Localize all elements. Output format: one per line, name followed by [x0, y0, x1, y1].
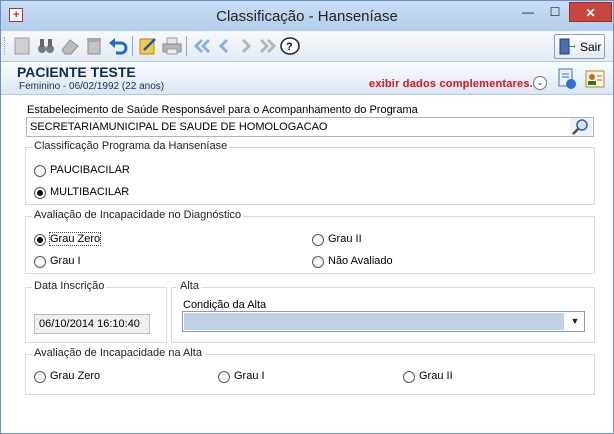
trash-icon[interactable] [83, 35, 105, 57]
search-icon[interactable] [570, 118, 592, 136]
radio-circle [34, 165, 46, 177]
radio-circle [403, 371, 415, 383]
radio-circle [312, 234, 324, 246]
radio-label: Grau Zero [50, 370, 101, 382]
exit-button-label: Sair [580, 40, 602, 54]
radio-label: Grau I [234, 370, 265, 382]
discharge-disability-group: Avaliação de Incapacidade na Alta Grau Z… [25, 347, 595, 395]
registration-date-value: 06/10/2014 16:10:40 [39, 318, 140, 330]
diagnosis-disability-title: Avaliação de Incapacidade no Diagnóstico [32, 209, 244, 221]
new-document-icon[interactable] [11, 35, 33, 57]
radio-label: MULTIBACILAR [50, 186, 130, 198]
radio-circle [34, 187, 46, 199]
patient-header: PACIENTE TESTE Feminino - 06/02/1992 (22… [1, 62, 613, 95]
discharge-disability-title: Avaliação de Incapacidade na Alta [32, 347, 204, 359]
radio-circle [34, 234, 46, 246]
undo-icon[interactable] [107, 35, 129, 57]
previous-record-icon[interactable] [213, 35, 235, 57]
registration-date-title: Data Inscrição [32, 280, 107, 292]
patient-name: PACIENTE TESTE [17, 64, 136, 80]
eraser-icon[interactable] [59, 35, 81, 57]
health-facility-label: Estabelecimento de Saúde Responsável par… [27, 104, 418, 116]
first-record-icon[interactable] [191, 35, 213, 57]
radio-circle [34, 371, 46, 383]
next-record-icon[interactable] [235, 35, 257, 57]
exit-door-icon [559, 38, 575, 55]
diagnosis-disability-group: Avaliação de Incapacidade no Diagnóstico… [25, 209, 595, 274]
discharge-group-title: Alta [178, 280, 201, 292]
chevron-down-icon[interactable]: ▼ [567, 313, 583, 330]
patient-card-icon[interactable] [585, 69, 605, 89]
radio-label: Grau II [328, 233, 362, 245]
radio-circle [218, 371, 230, 383]
radio-label: Não Avaliado [328, 255, 393, 267]
last-record-icon[interactable] [257, 35, 279, 57]
show-complementary-data-link[interactable]: exibir dados complementares... [369, 78, 539, 90]
toolbar-separator [132, 36, 133, 56]
classification-group: Classificação Programa da Hanseníase PAU… [25, 140, 595, 205]
health-facility-value: SECRETARIAMUNICIPAL DE SAUDE DE HOMOLOGA… [30, 121, 328, 133]
radio-label: Grau II [419, 370, 453, 382]
exit-button[interactable]: Sair [554, 34, 605, 59]
minimize-button[interactable]: — [515, 2, 541, 22]
print-icon[interactable] [161, 35, 183, 57]
svg-text:?: ? [286, 41, 293, 53]
radio-label: Grau Zero [48, 232, 102, 246]
close-button[interactable]: ✕ [569, 2, 612, 22]
registration-date-field: 06/10/2014 16:10:40 [34, 314, 150, 334]
toolbar-separator [186, 36, 187, 56]
radio-label: Grau I [50, 255, 81, 267]
radio-label: PAUCIBACILAR [50, 164, 130, 176]
classification-group-title: Classificação Programa da Hanseníase [32, 140, 230, 152]
radio-circle [312, 256, 324, 268]
health-facility-field[interactable]: SECRETARIAMUNICIPAL DE SAUDE DE HOMOLOGA… [26, 117, 594, 137]
discharge-condition-value [184, 313, 564, 330]
window: + Classificação - Hanseníase — ☐ ✕ ? Sai… [0, 0, 614, 434]
patient-record-icon[interactable] [557, 68, 577, 90]
help-icon[interactable]: ? [279, 35, 301, 57]
patient-info: Feminino - 06/02/1992 (22 anos) [19, 81, 165, 92]
radio-circle [34, 256, 46, 268]
edit-icon[interactable] [137, 35, 159, 57]
toolbar-grip-icon [4, 37, 8, 55]
chevron-down-icon[interactable]: ⌄ [533, 76, 547, 90]
toolbar: ? Sair [1, 31, 613, 62]
discharge-condition-label: Condição da Alta [183, 299, 267, 311]
title-bar: + Classificação - Hanseníase — ☐ ✕ [1, 1, 613, 31]
maximize-button[interactable]: ☐ [542, 2, 568, 22]
discharge-condition-select[interactable]: ▼ [182, 311, 585, 332]
binoculars-icon[interactable] [35, 35, 57, 57]
